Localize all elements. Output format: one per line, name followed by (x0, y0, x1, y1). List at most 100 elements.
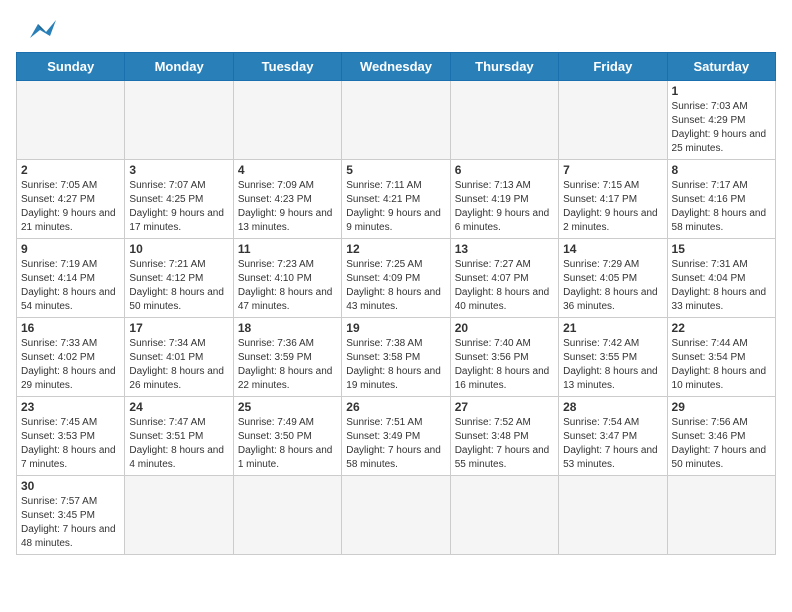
calendar-day-cell: 11 Sunrise: 7:23 AM Sunset: 4:10 PM Dayli… (233, 239, 341, 318)
calendar-day-cell: 18 Sunrise: 7:36 AM Sunset: 3:59 PM Dayli… (233, 318, 341, 397)
day-number: 11 (238, 242, 337, 256)
day-header-thursday: Thursday (450, 53, 558, 81)
day-header-tuesday: Tuesday (233, 53, 341, 81)
days-of-week-row: SundayMondayTuesdayWednesdayThursdayFrid… (17, 53, 776, 81)
calendar-day-cell (342, 81, 450, 160)
day-number: 26 (346, 400, 445, 414)
calendar-day-cell (233, 476, 341, 555)
day-header-monday: Monday (125, 53, 233, 81)
day-number: 14 (563, 242, 662, 256)
day-info: Sunrise: 7:25 AM Sunset: 4:09 PM Dayligh… (346, 258, 445, 314)
day-number: 30 (21, 479, 120, 493)
calendar-day-cell: 16Sunrise: 7:33 AM Sunset: 4:02 PM Dayli… (17, 318, 125, 397)
day-info: Sunrise: 7:47 AM Sunset: 3:51 PM Dayligh… (129, 416, 228, 472)
calendar-table: SundayMondayTuesdayWednesdayThursdayFrid… (16, 52, 776, 555)
day-info: Sunrise: 7:52 AM Sunset: 3:48 PM Dayligh… (455, 416, 554, 472)
calendar-day-cell: 30 Sunrise: 7:57 AM Sunset: 3:45 PM Dayli… (17, 476, 125, 555)
page-header (16, 16, 776, 44)
calendar-day-cell: 23Sunrise: 7:45 AM Sunset: 3:53 PM Dayli… (17, 397, 125, 476)
day-info: Sunrise: 7:07 AM Sunset: 4:25 PM Dayligh… (129, 179, 228, 235)
calendar-day-cell (450, 476, 558, 555)
day-info: Sunrise: 7:17 AM Sunset: 4:16 PM Dayligh… (672, 179, 771, 235)
day-number: 28 (563, 400, 662, 414)
calendar-week-5: 23Sunrise: 7:45 AM Sunset: 3:53 PM Dayli… (17, 397, 776, 476)
calendar-day-cell (559, 476, 667, 555)
day-number: 9 (21, 242, 120, 256)
day-info: Sunrise: 7:13 AM Sunset: 4:19 PM Dayligh… (455, 179, 554, 235)
calendar-header: SundayMondayTuesdayWednesdayThursdayFrid… (17, 53, 776, 81)
day-info: Sunrise: 7:23 AM Sunset: 4:10 PM Dayligh… (238, 258, 337, 314)
day-info: Sunrise: 7:19 AM Sunset: 4:14 PM Dayligh… (21, 258, 120, 314)
calendar-day-cell: 15Sunrise: 7:31 AM Sunset: 4:04 PM Dayli… (667, 239, 775, 318)
day-number: 24 (129, 400, 228, 414)
day-info: Sunrise: 7:38 AM Sunset: 3:58 PM Dayligh… (346, 337, 445, 393)
day-info: Sunrise: 7:34 AM Sunset: 4:01 PM Dayligh… (129, 337, 228, 393)
logo (16, 16, 56, 44)
calendar-day-cell: 22 Sunrise: 7:44 AM Sunset: 3:54 PM Dayli… (667, 318, 775, 397)
calendar-day-cell: 6Sunrise: 7:13 AM Sunset: 4:19 PM Daylig… (450, 160, 558, 239)
calendar-day-cell: 3 Sunrise: 7:07 AM Sunset: 4:25 PM Daylig… (125, 160, 233, 239)
logo-bird-icon (20, 16, 56, 44)
day-number: 27 (455, 400, 554, 414)
calendar-day-cell: 2Sunrise: 7:05 AM Sunset: 4:27 PM Daylig… (17, 160, 125, 239)
calendar-day-cell: 4 Sunrise: 7:09 AM Sunset: 4:23 PM Daylig… (233, 160, 341, 239)
calendar-day-cell: 19 Sunrise: 7:38 AM Sunset: 3:58 PM Dayli… (342, 318, 450, 397)
calendar-day-cell: 28 Sunrise: 7:54 AM Sunset: 3:47 PM Dayli… (559, 397, 667, 476)
calendar-day-cell: 12Sunrise: 7:25 AM Sunset: 4:09 PM Dayli… (342, 239, 450, 318)
day-number: 15 (672, 242, 771, 256)
day-info: Sunrise: 7:29 AM Sunset: 4:05 PM Dayligh… (563, 258, 662, 314)
calendar-day-cell: 20 Sunrise: 7:40 AM Sunset: 3:56 PM Dayli… (450, 318, 558, 397)
day-number: 20 (455, 321, 554, 335)
calendar-day-cell: 8 Sunrise: 7:17 AM Sunset: 4:16 PM Daylig… (667, 160, 775, 239)
calendar-day-cell: 5Sunrise: 7:11 AM Sunset: 4:21 PM Daylig… (342, 160, 450, 239)
day-number: 3 (129, 163, 228, 177)
day-number: 13 (455, 242, 554, 256)
day-number: 19 (346, 321, 445, 335)
day-header-friday: Friday (559, 53, 667, 81)
day-number: 8 (672, 163, 771, 177)
calendar-day-cell: 21Sunrise: 7:42 AM Sunset: 3:55 PM Dayli… (559, 318, 667, 397)
day-number: 7 (563, 163, 662, 177)
calendar-day-cell (450, 81, 558, 160)
calendar-day-cell (125, 81, 233, 160)
day-header-wednesday: Wednesday (342, 53, 450, 81)
day-number: 25 (238, 400, 337, 414)
day-info: Sunrise: 7:44 AM Sunset: 3:54 PM Dayligh… (672, 337, 771, 393)
calendar-day-cell: 9 Sunrise: 7:19 AM Sunset: 4:14 PM Daylig… (17, 239, 125, 318)
calendar-day-cell: 24 Sunrise: 7:47 AM Sunset: 3:51 PM Dayli… (125, 397, 233, 476)
calendar-day-cell: 1 Sunrise: 7:03 AM Sunset: 4:29 PM Daylig… (667, 81, 775, 160)
calendar-day-cell (17, 81, 125, 160)
day-number: 16 (21, 321, 120, 335)
day-info: Sunrise: 7:11 AM Sunset: 4:21 PM Dayligh… (346, 179, 445, 235)
day-info: Sunrise: 7:49 AM Sunset: 3:50 PM Dayligh… (238, 416, 337, 472)
calendar-day-cell: 29Sunrise: 7:56 AM Sunset: 3:46 PM Dayli… (667, 397, 775, 476)
day-number: 10 (129, 242, 228, 256)
day-number: 4 (238, 163, 337, 177)
day-info: Sunrise: 7:40 AM Sunset: 3:56 PM Dayligh… (455, 337, 554, 393)
day-info: Sunrise: 7:56 AM Sunset: 3:46 PM Dayligh… (672, 416, 771, 472)
day-info: Sunrise: 7:36 AM Sunset: 3:59 PM Dayligh… (238, 337, 337, 393)
day-number: 17 (129, 321, 228, 335)
day-info: Sunrise: 7:57 AM Sunset: 3:45 PM Dayligh… (21, 495, 120, 551)
calendar-day-cell (342, 476, 450, 555)
day-info: Sunrise: 7:03 AM Sunset: 4:29 PM Dayligh… (672, 100, 771, 156)
calendar-week-3: 9 Sunrise: 7:19 AM Sunset: 4:14 PM Daylig… (17, 239, 776, 318)
calendar-day-cell (559, 81, 667, 160)
calendar-day-cell: 13 Sunrise: 7:27 AM Sunset: 4:07 PM Dayli… (450, 239, 558, 318)
day-info: Sunrise: 7:54 AM Sunset: 3:47 PM Dayligh… (563, 416, 662, 472)
day-info: Sunrise: 7:09 AM Sunset: 4:23 PM Dayligh… (238, 179, 337, 235)
day-info: Sunrise: 7:05 AM Sunset: 4:27 PM Dayligh… (21, 179, 120, 235)
day-number: 18 (238, 321, 337, 335)
calendar-day-cell: 26Sunrise: 7:51 AM Sunset: 3:49 PM Dayli… (342, 397, 450, 476)
day-header-saturday: Saturday (667, 53, 775, 81)
day-number: 22 (672, 321, 771, 335)
day-info: Sunrise: 7:27 AM Sunset: 4:07 PM Dayligh… (455, 258, 554, 314)
day-info: Sunrise: 7:15 AM Sunset: 4:17 PM Dayligh… (563, 179, 662, 235)
day-number: 1 (672, 84, 771, 98)
day-number: 23 (21, 400, 120, 414)
calendar-week-2: 2Sunrise: 7:05 AM Sunset: 4:27 PM Daylig… (17, 160, 776, 239)
calendar-day-cell: 27 Sunrise: 7:52 AM Sunset: 3:48 PM Dayli… (450, 397, 558, 476)
calendar-week-4: 16Sunrise: 7:33 AM Sunset: 4:02 PM Dayli… (17, 318, 776, 397)
calendar-day-cell (125, 476, 233, 555)
day-info: Sunrise: 7:21 AM Sunset: 4:12 PM Dayligh… (129, 258, 228, 314)
